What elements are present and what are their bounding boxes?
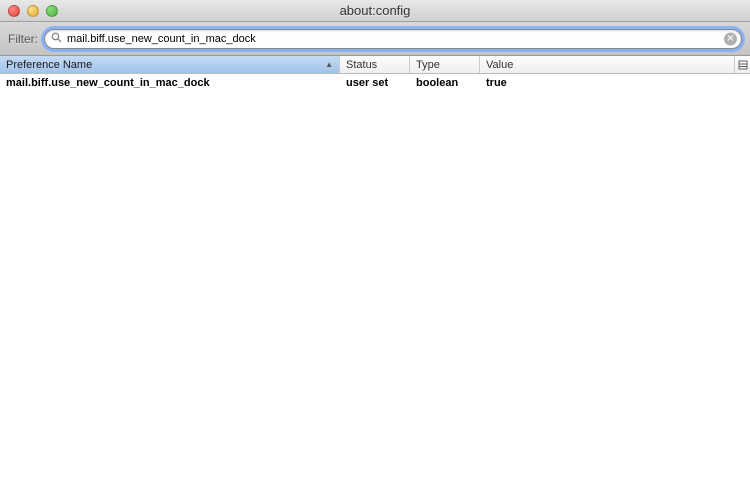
clear-icon[interactable]: ✕ bbox=[724, 32, 737, 45]
table-header: Preference Name ▲ Status Type Value bbox=[0, 56, 750, 74]
pref-value: true bbox=[480, 75, 750, 91]
about-config-window: about:config Filter: ✕ Preference Name ▲… bbox=[0, 0, 750, 500]
titlebar: about:config bbox=[0, 0, 750, 22]
table-row[interactable]: mail.biff.use_new_count_in_mac_dock user… bbox=[0, 74, 750, 92]
pref-name: mail.biff.use_new_count_in_mac_dock bbox=[0, 75, 340, 91]
column-header-status[interactable]: Status bbox=[340, 56, 410, 73]
toolbar: Filter: ✕ bbox=[0, 22, 750, 56]
column-header-status-label: Status bbox=[346, 59, 377, 71]
sort-asc-icon: ▲ bbox=[325, 60, 333, 69]
pref-type: boolean bbox=[410, 75, 480, 91]
column-header-value-label: Value bbox=[486, 59, 513, 71]
column-header-value[interactable]: Value bbox=[480, 56, 734, 73]
zoom-button[interactable] bbox=[46, 5, 58, 17]
column-picker-icon[interactable] bbox=[734, 56, 750, 73]
table-body[interactable]: mail.biff.use_new_count_in_mac_dock user… bbox=[0, 74, 750, 500]
filter-label: Filter: bbox=[8, 32, 38, 46]
window-title: about:config bbox=[0, 3, 750, 18]
minimize-button[interactable] bbox=[27, 5, 39, 17]
search-wrap: ✕ bbox=[44, 29, 742, 49]
column-header-name-label: Preference Name bbox=[6, 59, 92, 71]
pref-status: user set bbox=[340, 75, 410, 91]
column-header-name[interactable]: Preference Name ▲ bbox=[0, 56, 340, 73]
filter-input[interactable] bbox=[44, 29, 742, 49]
column-header-type[interactable]: Type bbox=[410, 56, 480, 73]
column-header-type-label: Type bbox=[416, 59, 440, 71]
traffic-lights bbox=[8, 5, 58, 17]
close-button[interactable] bbox=[8, 5, 20, 17]
